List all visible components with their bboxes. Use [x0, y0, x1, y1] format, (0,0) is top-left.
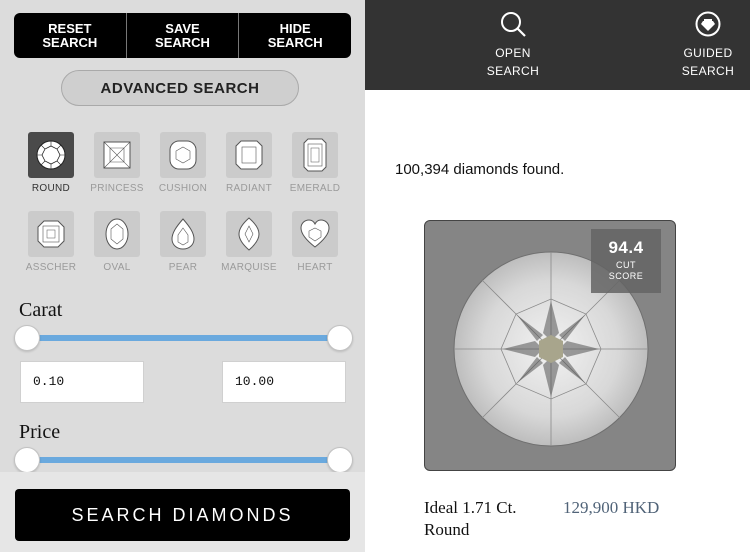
filter-panel: RESET SEARCH SAVE SEARCH HIDE SEARCH ADV…	[0, 0, 365, 552]
shape-label: PEAR	[168, 262, 198, 273]
shape-princess[interactable]: PRINCESS	[86, 132, 148, 194]
price-min-handle[interactable]	[14, 447, 40, 473]
search-actions-bar: RESET SEARCH SAVE SEARCH HIDE SEARCH	[14, 13, 351, 58]
guided-search-button[interactable]: GUIDED SEARCH	[663, 10, 750, 80]
shape-pear[interactable]: PEAR	[152, 211, 214, 273]
princess-icon	[103, 141, 131, 169]
shape-label: ASSCHER	[25, 262, 77, 273]
shape-label: MARQUISE	[221, 262, 277, 273]
advanced-search-button[interactable]: ADVANCED SEARCH	[61, 70, 299, 106]
search-icon	[501, 12, 526, 37]
carat-label: Carat	[19, 299, 63, 321]
diamond-target-icon	[695, 11, 721, 37]
shape-emerald[interactable]: EMERALD	[284, 132, 346, 194]
shape-oval[interactable]: OVAL	[86, 211, 148, 273]
heart-icon	[300, 219, 330, 248]
shape-radiant[interactable]: RADIANT	[218, 132, 280, 194]
price-slider-track[interactable]	[27, 457, 339, 463]
price-max-handle[interactable]	[327, 447, 353, 473]
shape-heart[interactable]: HEART	[284, 211, 346, 273]
diamond-price: 129,900 HKD	[563, 498, 660, 517]
shape-label: PRINCESS	[90, 183, 144, 194]
top-nav: OPEN SEARCH GUIDED SEARCH	[365, 0, 750, 90]
reset-search-button[interactable]: RESET SEARCH	[14, 13, 127, 58]
shape-round[interactable]: ROUND	[20, 132, 82, 194]
round-icon	[36, 140, 66, 170]
open-search-button[interactable]: OPEN SEARCH	[468, 10, 558, 80]
carat-min-input[interactable]: 0.10	[20, 361, 144, 403]
results-count: 100,394 diamonds found.	[395, 161, 565, 178]
price-label: Price	[19, 421, 61, 443]
pear-icon	[171, 218, 195, 250]
oval-icon	[105, 218, 129, 250]
shape-label: CUSHION	[158, 183, 208, 194]
shape-label: RADIANT	[226, 183, 272, 194]
cut-score-label: CUT SCORE	[608, 260, 644, 281]
guided-search-label: GUIDED SEARCH	[681, 46, 735, 78]
shape-cushion[interactable]: CUSHION	[152, 132, 214, 194]
asscher-icon	[37, 220, 65, 248]
diamond-result-card[interactable]: 94.4 CUT SCORE	[424, 220, 676, 471]
marquise-icon	[238, 217, 260, 251]
save-search-button[interactable]: SAVE SEARCH	[127, 13, 240, 58]
shape-label: HEART	[297, 262, 333, 273]
shape-marquise[interactable]: MARQUISE	[218, 211, 280, 273]
carat-max-handle[interactable]	[327, 325, 353, 351]
carat-min-handle[interactable]	[14, 325, 40, 351]
search-diamonds-button[interactable]: SEARCH DIAMONDS	[15, 489, 350, 541]
hide-search-button[interactable]: HIDE SEARCH	[239, 13, 351, 58]
diamond-title-link[interactable]: Ideal 1.71 Ct. Round	[424, 497, 554, 541]
shape-asscher[interactable]: ASSCHER	[20, 211, 82, 273]
shape-label: ROUND	[31, 183, 71, 194]
carat-max-input[interactable]: 10.00	[222, 361, 346, 403]
cut-score-badge: 94.4 CUT SCORE	[591, 229, 661, 293]
open-search-label: OPEN SEARCH	[486, 46, 540, 78]
carat-slider-track[interactable]	[27, 335, 339, 341]
cushion-icon	[169, 140, 197, 170]
emerald-icon	[303, 138, 327, 172]
cut-score-value: 94.4	[608, 238, 644, 257]
shape-label: EMERALD	[289, 183, 341, 194]
shape-label: OVAL	[103, 262, 131, 273]
radiant-icon	[235, 140, 263, 170]
